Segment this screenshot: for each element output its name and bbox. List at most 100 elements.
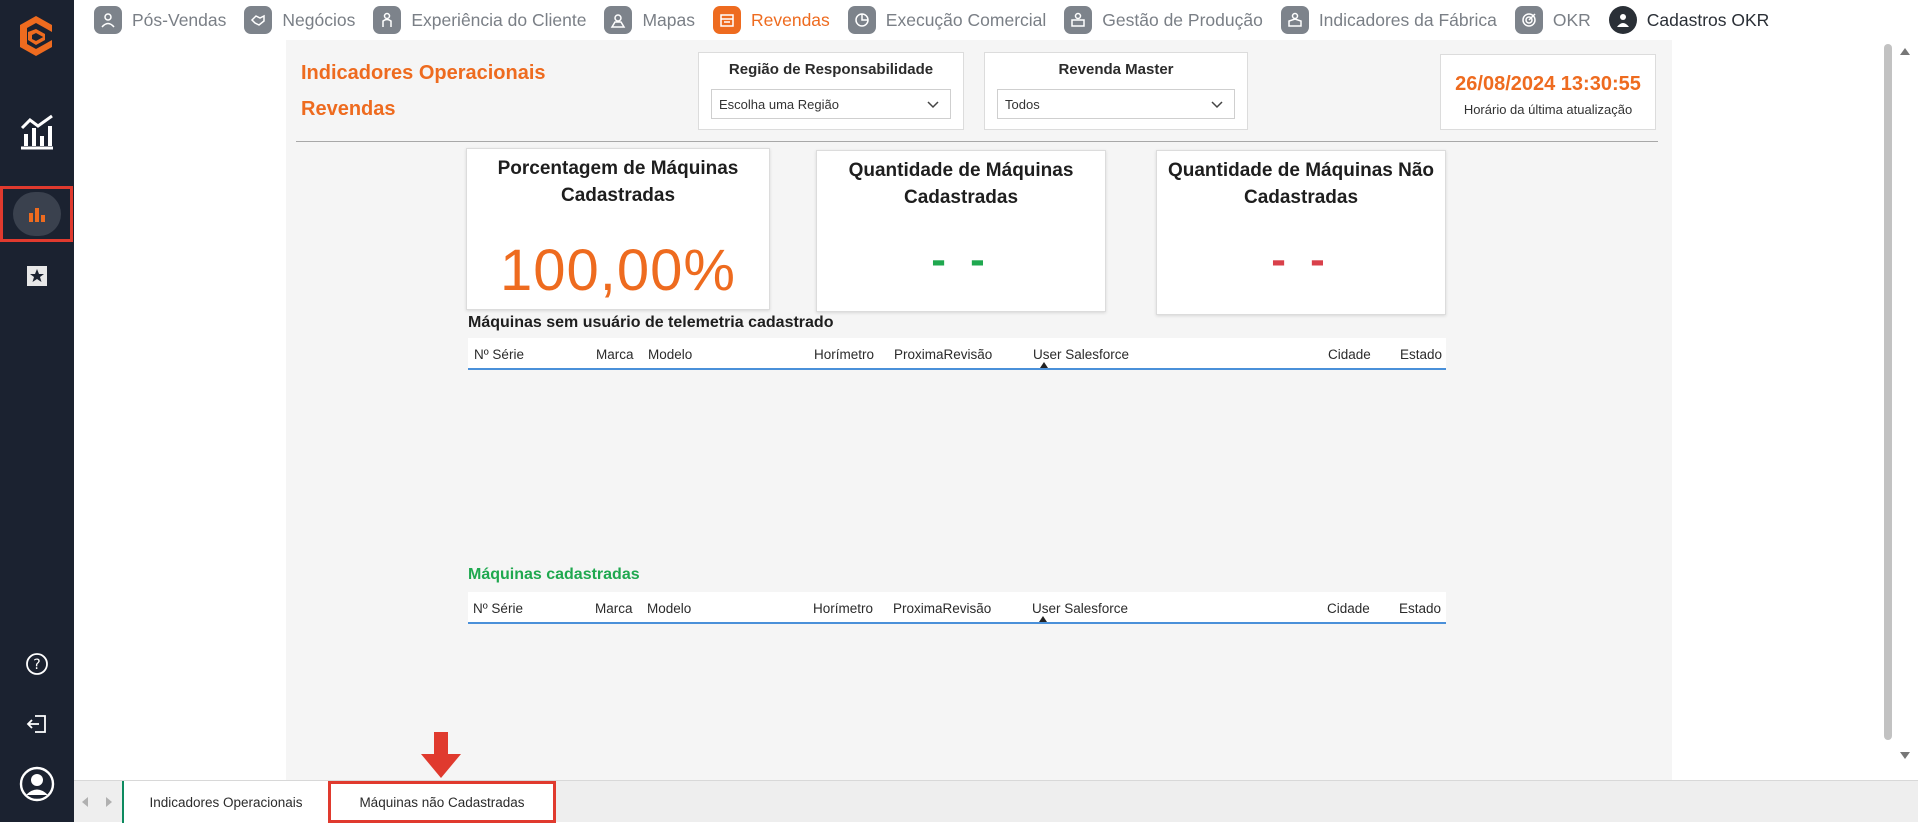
col-serie[interactable]: Nº Série bbox=[474, 347, 524, 362]
col-proxima-revisao[interactable]: ProximaRevisão bbox=[894, 347, 992, 362]
master-slicer-label: Revenda Master bbox=[1058, 61, 1174, 78]
sidebar: ? bbox=[0, 0, 74, 822]
star-icon[interactable] bbox=[0, 252, 74, 300]
region-dropdown-value: Escolha uma Região bbox=[719, 96, 839, 112]
table2-header: Nº Série Marca Modelo Horímetro ProximaR… bbox=[468, 592, 1446, 624]
pct-card-title: Porcentagem de Máquinas Cadastradas bbox=[497, 158, 739, 206]
qty-card-value: - - bbox=[931, 235, 991, 284]
last-update-box: 26/08/2024 13:30:55 Horário da última at… bbox=[1440, 54, 1656, 130]
tab-indicadores-operacionais[interactable]: Indicadores Operacionais bbox=[122, 781, 328, 823]
map-icon bbox=[604, 6, 633, 34]
report-canvas: Indicadores Operacionais Revendas Região… bbox=[74, 40, 1882, 780]
col-user-salesforce[interactable]: User Salesforce bbox=[1033, 347, 1129, 362]
chevron-down-icon bbox=[1211, 101, 1223, 109]
nav-revendas[interactable]: Revendas bbox=[712, 6, 830, 34]
pct-card: Porcentagem de Máquinas Cadastradas 100,… bbox=[466, 148, 770, 310]
top-navigation: Pós-Vendas Negócios Experiência do Clien… bbox=[74, 0, 1918, 40]
nav-execucao-comercial[interactable]: Execução Comercial bbox=[847, 6, 1047, 34]
nav-pos-vendas[interactable]: Pós-Vendas bbox=[94, 6, 226, 34]
tab-maquinas-nao-cadastradas[interactable]: Máquinas não Cadastradas bbox=[328, 781, 556, 823]
nav-gestao-producao[interactable]: Gestão de Produção bbox=[1064, 6, 1263, 34]
user-icon bbox=[1608, 6, 1637, 34]
nav-label: Indicadores da Fábrica bbox=[1318, 9, 1497, 30]
scrollbar-thumb[interactable] bbox=[1884, 44, 1892, 740]
col-estado[interactable]: Estado bbox=[1400, 347, 1442, 362]
not-card: Quantidade de Máquinas Não Cadastradas -… bbox=[1156, 150, 1446, 315]
sort-asc-icon bbox=[1040, 362, 1048, 368]
arrow-down-icon bbox=[421, 732, 461, 778]
nav-cadastros-okr[interactable]: Cadastros OKR bbox=[1608, 6, 1770, 34]
col-estado[interactable]: Estado bbox=[1399, 601, 1441, 616]
qty-card: Quantidade de Máquinas Cadastradas - - bbox=[816, 150, 1106, 312]
chevron-down-icon bbox=[927, 101, 939, 109]
region-dropdown[interactable]: Escolha uma Região bbox=[711, 89, 951, 119]
qty-card-title: Quantidade de Máquinas Cadastradas bbox=[848, 160, 1074, 208]
factory-icon bbox=[1064, 6, 1093, 34]
last-update-label: Horário da última atualização bbox=[1463, 102, 1633, 117]
bar-chart-icon[interactable] bbox=[13, 192, 61, 236]
region-slicer: Região de Responsabilidade Escolha uma R… bbox=[698, 52, 964, 130]
col-horimetro[interactable]: Horímetro bbox=[814, 347, 874, 362]
customer-icon bbox=[373, 6, 402, 34]
store-icon bbox=[712, 6, 741, 34]
nav-mapas[interactable]: Mapas bbox=[604, 6, 695, 34]
col-marca[interactable]: Marca bbox=[596, 347, 634, 362]
nav-label: Revendas bbox=[750, 9, 830, 30]
nav-experiencia-cliente[interactable]: Experiência do Cliente bbox=[373, 6, 586, 34]
col-marca[interactable]: Marca bbox=[595, 601, 633, 616]
col-horimetro[interactable]: Horímetro bbox=[813, 601, 873, 616]
not-card-value: - - bbox=[1271, 235, 1331, 284]
nav-label: Mapas bbox=[642, 9, 695, 30]
col-modelo[interactable]: Modelo bbox=[648, 347, 692, 362]
nav-okr[interactable]: OKR bbox=[1514, 6, 1591, 34]
col-modelo[interactable]: Modelo bbox=[647, 601, 691, 616]
master-slicer: Revenda Master Todos bbox=[984, 52, 1248, 130]
not-card-title: Quantidade de Máquinas Não Cadastradas bbox=[1167, 160, 1435, 208]
col-cidade[interactable]: Cidade bbox=[1328, 347, 1371, 362]
nav-label: Pós-Vendas bbox=[132, 9, 227, 30]
svg-text:?: ? bbox=[33, 657, 40, 673]
nav-label: OKR bbox=[1552, 9, 1591, 30]
master-dropdown[interactable]: Todos bbox=[997, 89, 1235, 119]
header-divider bbox=[296, 141, 1658, 142]
page-tabs-bar: Indicadores Operacionais Máquinas não Ca… bbox=[74, 780, 1918, 823]
last-update-value: 26/08/2024 13:30:55 bbox=[1455, 73, 1641, 95]
logo-icon[interactable] bbox=[12, 12, 60, 60]
tab-label: Indicadores Operacionais bbox=[149, 794, 303, 810]
region-slicer-label: Região de Responsabilidade bbox=[728, 61, 934, 78]
page-title: Indicadores Operacionais bbox=[301, 62, 546, 84]
master-dropdown-value: Todos bbox=[1005, 96, 1040, 112]
next-page-icon[interactable] bbox=[106, 797, 112, 807]
table2-title: Máquinas cadastradas bbox=[468, 566, 640, 583]
pie-icon bbox=[847, 6, 876, 34]
factory-worker-icon bbox=[1280, 6, 1309, 34]
nav-label: Execução Comercial bbox=[885, 9, 1047, 30]
nav-label: Cadastros OKR bbox=[1646, 9, 1770, 30]
person-icon bbox=[94, 6, 122, 34]
user-avatar-icon[interactable] bbox=[0, 760, 74, 808]
logout-icon[interactable] bbox=[0, 700, 74, 748]
target-icon bbox=[1514, 6, 1543, 34]
scroll-down-icon[interactable] bbox=[1900, 752, 1910, 759]
analytics-chart-icon[interactable] bbox=[0, 108, 74, 156]
table1-header: Nº Série Marca Modelo Horímetro ProximaR… bbox=[468, 338, 1446, 370]
prev-page-icon[interactable] bbox=[82, 797, 88, 807]
col-user-salesforce[interactable]: User Salesforce bbox=[1032, 601, 1128, 616]
col-cidade[interactable]: Cidade bbox=[1327, 601, 1370, 616]
page-subtitle: Revendas bbox=[301, 98, 396, 120]
handshake-icon bbox=[244, 6, 273, 34]
table1-title: Máquinas sem usuário de telemetria cadas… bbox=[468, 314, 834, 331]
nav-indicadores-fabrica[interactable]: Indicadores da Fábrica bbox=[1280, 6, 1497, 34]
col-proxima-revisao[interactable]: ProximaRevisão bbox=[893, 601, 991, 616]
nav-label: Gestão de Produção bbox=[1102, 9, 1263, 30]
nav-label: Experiência do Cliente bbox=[411, 9, 587, 30]
nav-label: Negócios bbox=[282, 9, 356, 30]
sort-asc-icon bbox=[1039, 616, 1047, 622]
scroll-up-icon[interactable] bbox=[1900, 48, 1910, 55]
help-icon[interactable]: ? bbox=[0, 640, 74, 688]
report-page: Indicadores Operacionais Revendas Região… bbox=[286, 40, 1672, 780]
tab-label: Máquinas não Cadastradas bbox=[359, 794, 525, 810]
pct-card-value: 100,00% bbox=[500, 238, 736, 303]
nav-negocios[interactable]: Negócios bbox=[244, 6, 355, 34]
col-serie[interactable]: Nº Série bbox=[473, 601, 523, 616]
